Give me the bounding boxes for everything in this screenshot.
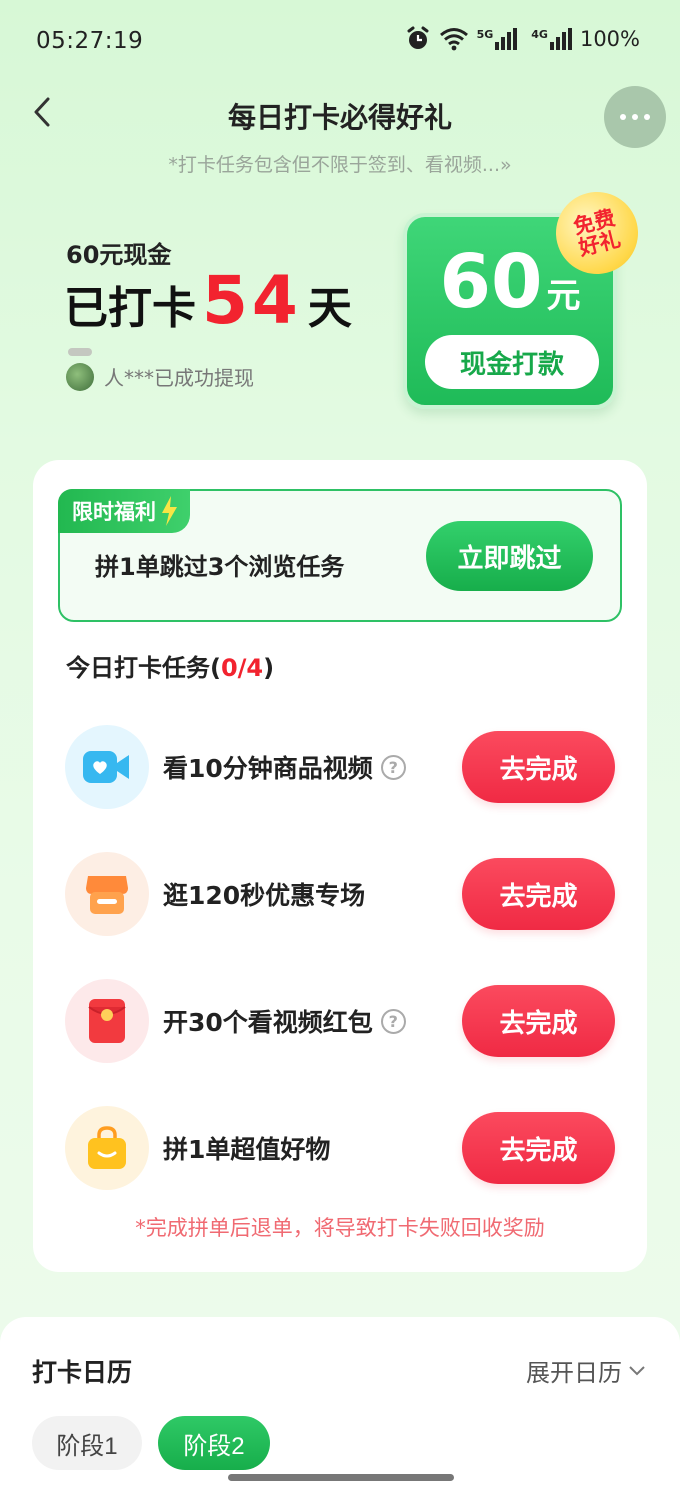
video-icon xyxy=(65,725,149,809)
withdraw-ticker: 人***已成功提现 xyxy=(66,362,254,391)
status-icons: 5G 4G 100% xyxy=(405,26,640,52)
checkin-days: 已打卡 54 天 xyxy=(64,262,352,339)
status-time: 05:27:19 xyxy=(36,28,144,54)
page-title: 每日打卡必得好礼 xyxy=(227,101,452,134)
limited-offer-banner: 限时福利 拼1单跳过3个浏览任务 立即跳过 xyxy=(58,489,622,622)
refund-warning: *完成拼单后退单，将导致打卡失败回收奖励 xyxy=(135,1216,545,1240)
signal-5g-icon: 5G xyxy=(477,28,518,50)
help-icon[interactable]: ? xyxy=(380,754,406,780)
task-item: 拼1单超值好物 去完成 xyxy=(65,1106,615,1190)
shopping-bag-icon xyxy=(65,1106,149,1190)
tab-stage-1[interactable]: 阶段1 xyxy=(32,1416,142,1470)
alarm-icon xyxy=(407,26,429,49)
store-icon xyxy=(65,852,149,936)
task-label: 看10分钟商品视频 ? xyxy=(163,749,406,785)
task-label: 开30个看视频红包 ? xyxy=(163,1003,406,1039)
lightning-icon xyxy=(162,496,177,526)
help-icon[interactable]: ? xyxy=(380,1008,406,1034)
complete-task-button[interactable]: 去完成 xyxy=(462,731,615,803)
task-item: 逛120秒优惠专场 去完成 xyxy=(65,852,615,936)
limited-offer-tag: 限时福利 xyxy=(58,489,190,533)
daily-tasks-heading: 今日打卡任务(0/4) xyxy=(66,648,275,685)
checkin-days-suffix: 天 xyxy=(307,283,352,334)
skip-now-button[interactable]: 立即跳过 xyxy=(426,521,593,591)
page-subtitle-link[interactable]: *打卡任务包含但不限于签到、看视频...» xyxy=(0,150,680,177)
wifi-icon xyxy=(439,28,468,51)
battery-level: 100% xyxy=(579,27,640,51)
complete-task-button[interactable]: 去完成 xyxy=(462,858,615,930)
tab-stage-2[interactable]: 阶段2 xyxy=(158,1416,270,1470)
avatar xyxy=(66,362,94,391)
home-indicator[interactable] xyxy=(228,1474,454,1481)
task-item: 看10分钟商品视频 ? 去完成 xyxy=(65,725,615,809)
tasks-card: 限时福利 拼1单跳过3个浏览任务 立即跳过 今日打卡任务(0/4) 看10分钟商… xyxy=(33,460,647,1272)
checkin-days-prefix: 已打卡 xyxy=(64,283,196,334)
task-item: 开30个看视频红包 ? 去完成 xyxy=(65,979,615,1063)
calendar-title: 打卡日历 xyxy=(32,1353,133,1391)
ticker-text: 人***已成功提现 xyxy=(104,366,254,390)
signal-4g-icon: 4G xyxy=(531,28,572,50)
red-envelope-icon xyxy=(65,979,149,1063)
cash-payout-button[interactable]: 现金打款 xyxy=(425,335,599,389)
task-label: 拼1单超值好物 xyxy=(163,1135,331,1164)
checkin-calendar: 打卡日历 展开日历 阶段1 阶段2 xyxy=(0,1317,680,1496)
limited-offer-text: 拼1单跳过3个浏览任务 xyxy=(95,553,345,581)
more-options-button[interactable] xyxy=(604,86,666,148)
complete-task-button[interactable]: 去完成 xyxy=(462,1112,615,1184)
ticker-previous-avatar xyxy=(68,348,92,356)
complete-task-button[interactable]: 去完成 xyxy=(462,985,615,1057)
more-dots-icon xyxy=(620,114,626,120)
chevron-down-icon xyxy=(629,1365,645,1375)
checkin-days-count: 54 xyxy=(202,262,302,339)
expand-calendar-button[interactable]: 展开日历 xyxy=(526,1353,646,1388)
status-bar: 05:27:19 5G 4G 100% xyxy=(0,0,680,80)
task-label: 逛120秒优惠专场 xyxy=(163,881,366,910)
tasks-progress: 0/4 xyxy=(220,654,264,682)
